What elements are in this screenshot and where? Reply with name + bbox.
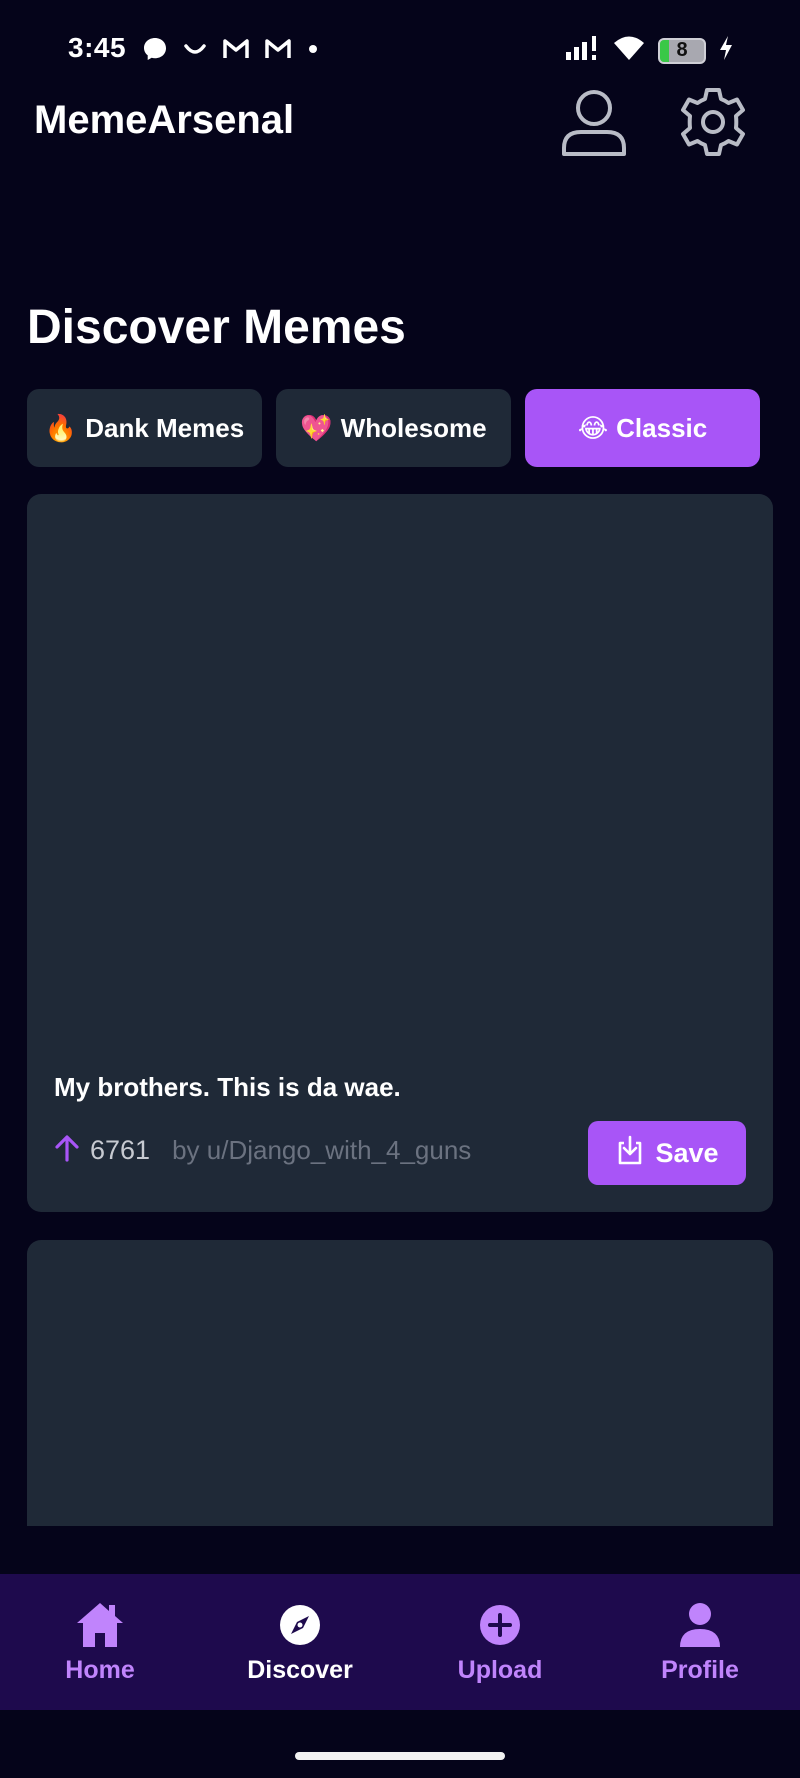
nav-label: Discover <box>247 1655 353 1684</box>
compass-icon <box>275 1600 325 1650</box>
battery-level: 8 <box>676 39 688 62</box>
category-dank-memes[interactable]: 🔥 Dank Memes <box>27 389 262 467</box>
status-bar: 3:45 8 <box>0 0 800 90</box>
wifi-icon <box>612 34 646 67</box>
meme-image[interactable] <box>27 494 773 1054</box>
category-label: Classic <box>616 412 708 443</box>
meme-card[interactable]: My brothers. This is da wae. 6761 by u/D… <box>27 494 773 1212</box>
signal-icon <box>564 34 600 67</box>
smile-icon <box>182 36 208 62</box>
nav-home[interactable]: Home <box>0 1574 200 1710</box>
nav-label: Home <box>65 1655 135 1684</box>
save-button[interactable]: Save <box>588 1121 746 1185</box>
sparkling-heart-icon: 💖 <box>300 412 333 443</box>
home-indicator[interactable] <box>295 1752 505 1760</box>
messenger-icon <box>142 36 168 62</box>
category-classic[interactable]: 😂 Classic <box>525 389 760 467</box>
battery-icon: 8 <box>658 37 706 64</box>
nav-profile[interactable]: Profile <box>600 1574 800 1710</box>
notification-icons <box>142 36 320 62</box>
laughing-face-icon: 😂 <box>577 412 609 443</box>
gmail-icon <box>264 37 292 61</box>
nav-label: Profile <box>661 1655 739 1684</box>
upvote-icon[interactable] <box>54 1134 80 1167</box>
app-header: MemeArsenal <box>0 87 800 200</box>
fire-icon: 🔥 <box>44 412 78 443</box>
home-icon <box>75 1600 125 1650</box>
category-wholesome[interactable]: 💖 Wholesome <box>276 389 511 467</box>
category-label: Dank Memes <box>85 412 245 443</box>
bottom-nav: Home Discover Upload Profile <box>0 1574 800 1710</box>
account-button[interactable] <box>554 84 634 164</box>
nav-discover[interactable]: Discover <box>200 1574 400 1710</box>
profile-icon <box>675 1600 725 1650</box>
gmail-icon <box>222 37 250 61</box>
download-icon <box>615 1134 645 1173</box>
meme-title: My brothers. This is da wae. <box>54 1072 401 1102</box>
meme-card[interactable] <box>27 1240 773 1526</box>
nav-upload[interactable]: Upload <box>400 1574 600 1710</box>
system-icons: 8 <box>564 34 734 67</box>
save-label: Save <box>655 1137 719 1168</box>
user-icon <box>559 86 629 163</box>
dot-icon <box>306 42 320 56</box>
plus-circle-icon <box>475 1600 525 1650</box>
nav-label: Upload <box>457 1655 543 1684</box>
status-time: 3:45 <box>68 32 127 63</box>
gear-icon <box>677 86 749 163</box>
category-chips: 🔥 Dank Memes 💖 Wholesome 😂 Classic <box>27 389 760 467</box>
meme-meta: 6761 by u/Django_with_4_guns <box>54 1134 471 1167</box>
charging-icon <box>718 35 734 66</box>
app-title: MemeArsenal <box>34 98 295 142</box>
settings-button[interactable] <box>673 84 753 164</box>
page-title: Discover Memes <box>27 301 406 354</box>
category-label: Wholesome <box>340 412 487 443</box>
meme-image[interactable] <box>27 1240 773 1526</box>
author-name: by u/Django_with_4_guns <box>172 1135 472 1165</box>
upvote-count: 6761 <box>90 1135 151 1165</box>
